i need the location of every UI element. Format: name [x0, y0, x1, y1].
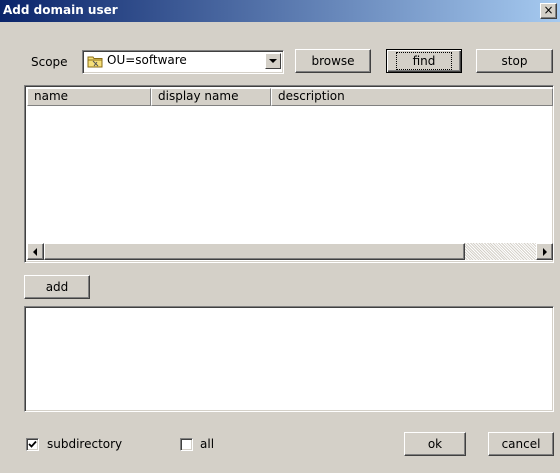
scroll-thumb[interactable] — [44, 243, 465, 260]
find-label: find — [395, 52, 453, 70]
browse-button[interactable]: browse — [295, 49, 371, 73]
all-label[interactable]: all — [200, 437, 214, 451]
find-button[interactable]: find — [386, 49, 462, 73]
arrow-left-icon — [33, 247, 37, 256]
column-header-name[interactable]: name — [27, 88, 151, 106]
subdirectory-label[interactable]: subdirectory — [47, 437, 122, 451]
column-header-display-name[interactable]: display name — [151, 88, 271, 106]
subdirectory-checkbox[interactable] — [26, 438, 39, 451]
add-button[interactable]: add — [24, 275, 90, 299]
column-header-description[interactable]: description — [271, 88, 553, 106]
scope-label: Scope — [31, 55, 68, 69]
close-icon: × — [543, 3, 554, 17]
cancel-label: cancel — [501, 437, 541, 451]
folder-icon — [87, 54, 103, 68]
add-domain-user-dialog: Add domain user × Scope OU=software brow… — [0, 0, 560, 473]
scope-value: OU=software — [107, 53, 187, 67]
stop-button[interactable]: stop — [476, 49, 553, 73]
results-list-header: name display name description — [27, 88, 553, 106]
selected-users-list[interactable] — [24, 306, 554, 412]
title-bar[interactable]: Add domain user × — [0, 0, 560, 22]
scope-combobox[interactable]: OU=software — [82, 50, 284, 74]
ok-button[interactable]: ok — [404, 432, 466, 456]
results-list[interactable]: name display name description — [24, 85, 554, 263]
stop-label: stop — [501, 54, 528, 68]
scroll-left-button[interactable] — [27, 243, 44, 260]
dropdown-arrow-button[interactable] — [265, 53, 281, 69]
ok-label: ok — [427, 437, 443, 451]
browse-label: browse — [311, 54, 355, 68]
checkmark-icon — [28, 440, 37, 448]
cancel-button[interactable]: cancel — [488, 432, 554, 456]
add-label: add — [45, 280, 69, 294]
horizontal-scrollbar[interactable] — [27, 243, 553, 260]
arrow-right-icon — [543, 247, 547, 256]
all-checkbox[interactable] — [180, 438, 193, 451]
scroll-right-button[interactable] — [536, 243, 553, 260]
close-button[interactable]: × — [540, 3, 557, 19]
chevron-down-icon — [269, 58, 277, 63]
dialog-title: Add domain user — [3, 3, 118, 17]
